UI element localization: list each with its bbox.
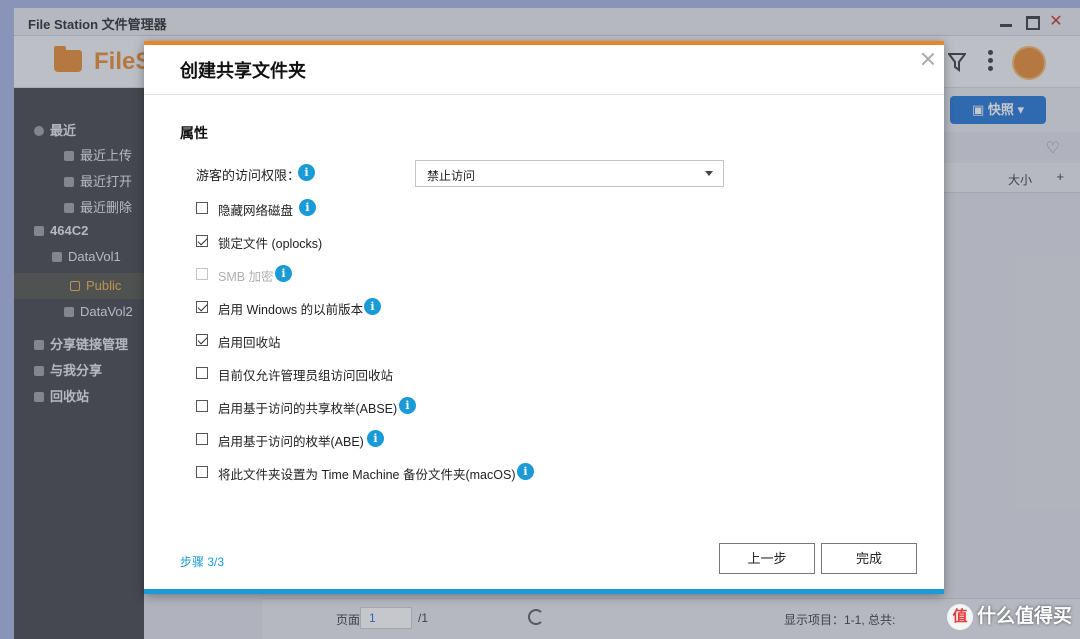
guest-access-label: 游客的访问权限：	[196, 168, 301, 183]
close-icon[interactable]	[920, 51, 936, 67]
finish-button[interactable]: 完成	[821, 543, 917, 574]
create-shared-folder-dialog: 创建共享文件夹 属性 游客的访问权限： i 禁止访问 隐藏网络磁盘 i 锁定文件…	[144, 41, 944, 594]
abse-checkbox[interactable]	[196, 400, 208, 412]
watermark: 值什么值得买	[946, 601, 1072, 630]
watermark-badge: 值	[946, 603, 973, 630]
guest-access-select[interactable]: 禁止访问	[415, 160, 724, 187]
info-icon[interactable]: i	[299, 199, 316, 216]
info-icon[interactable]: i	[298, 164, 315, 181]
chevron-down-icon	[705, 171, 713, 176]
hide-network-drive-checkbox[interactable]	[196, 202, 208, 214]
dialog-header: 创建共享文件夹	[144, 45, 944, 95]
info-icon[interactable]: i	[399, 397, 416, 414]
abe-checkbox[interactable]	[196, 433, 208, 445]
oplocks-checkbox[interactable]	[196, 235, 208, 247]
dialog-title: 创建共享文件夹	[180, 61, 306, 81]
section-title: 属性	[180, 125, 208, 141]
recycle-bin-checkbox[interactable]	[196, 334, 208, 346]
info-icon[interactable]: i	[275, 265, 292, 282]
info-icon[interactable]: i	[364, 298, 381, 315]
admin-only-recycle-bin-checkbox[interactable]	[196, 367, 208, 379]
previous-button[interactable]: 上一步	[719, 543, 815, 574]
info-icon[interactable]: i	[367, 430, 384, 447]
time-machine-checkbox[interactable]	[196, 466, 208, 478]
smb-encryption-checkbox	[196, 268, 208, 280]
step-indicator: 步骤 3/3	[180, 555, 225, 569]
windows-previous-versions-checkbox[interactable]	[196, 301, 208, 313]
watermark-text: 什么值得买	[976, 606, 1072, 627]
info-icon[interactable]: i	[517, 463, 534, 480]
